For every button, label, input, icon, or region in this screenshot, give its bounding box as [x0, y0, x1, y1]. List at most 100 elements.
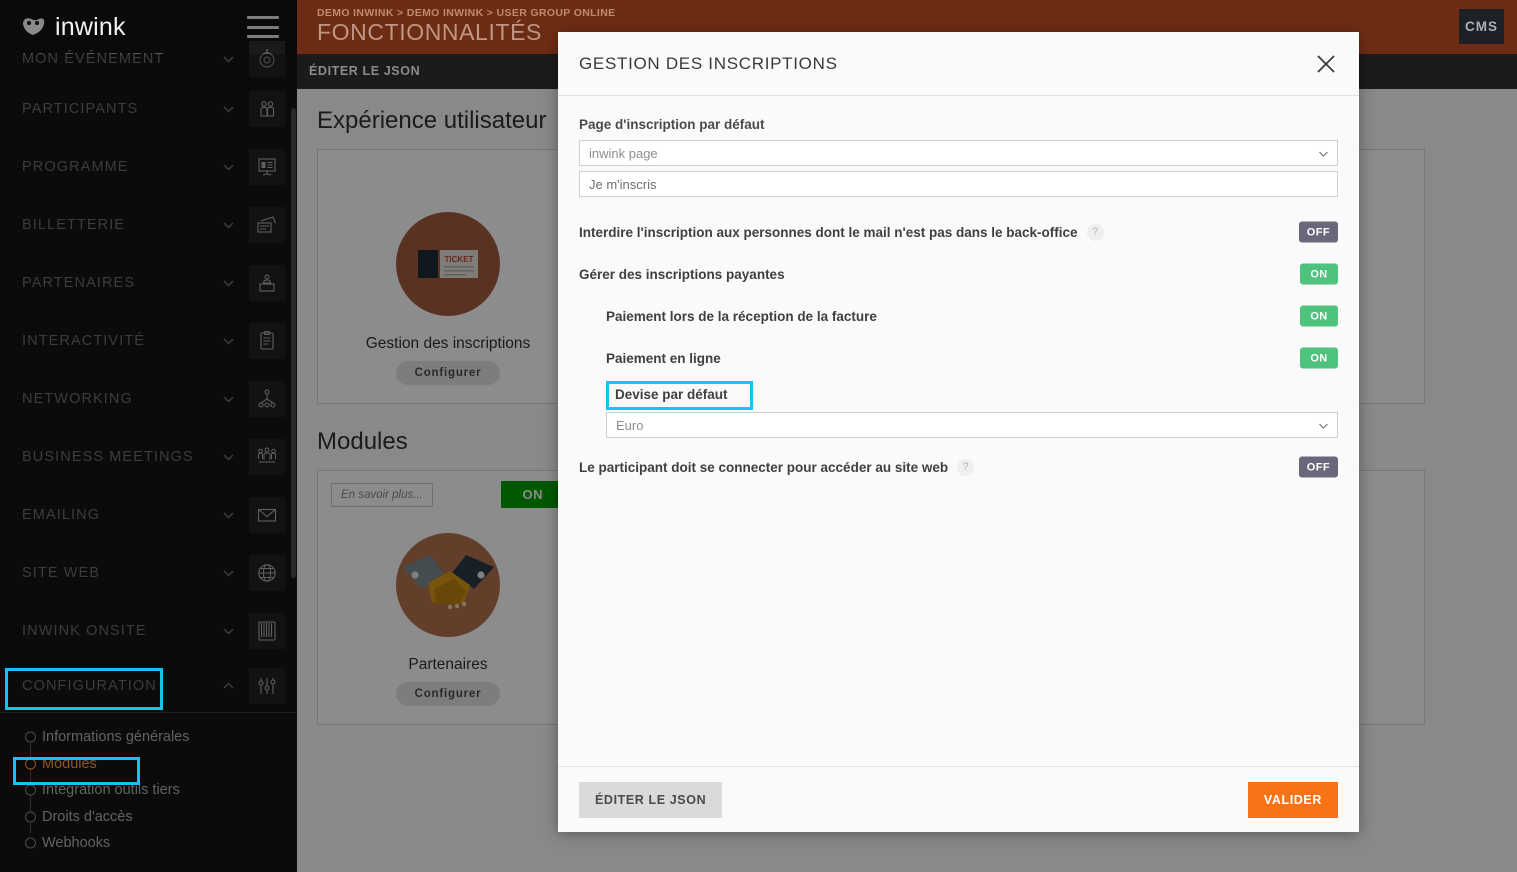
breadcrumb[interactable]: DEMO INWINK > DEMO INWINK > USER GROUP O…	[317, 7, 616, 19]
sidebar-item-billetterie[interactable]: BILLETTERIE	[0, 196, 297, 254]
modal-footer: ÉDITER LE JSON VALIDER	[558, 766, 1359, 832]
default-currency-select[interactable]: Euro	[606, 412, 1338, 438]
default-registration-page-select[interactable]: inwink page	[579, 140, 1338, 166]
network-icon	[249, 381, 285, 417]
chevron-down-icon	[222, 451, 235, 464]
help-icon[interactable]: ?	[1086, 223, 1104, 241]
chevron-down-icon	[1318, 148, 1329, 159]
modal-title: GESTION DES INSCRIPTIONS	[579, 53, 838, 73]
chevron-down-icon	[222, 103, 235, 116]
sidebar-subitem-label: Modules	[42, 755, 97, 772]
chevron-up-icon	[222, 680, 235, 693]
toggle-label: Interdire l'inscription aux personnes do…	[579, 224, 1078, 240]
inwink-logo-icon	[20, 16, 46, 38]
sidebar-item-partenaires[interactable]: PARTENAIRES	[0, 254, 297, 312]
sidebar-item-label: CONFIGURATION	[22, 678, 157, 694]
chevron-down-icon	[1318, 420, 1329, 431]
chevron-down-icon	[222, 509, 235, 522]
default-registration-page-label: Page d'inscription par défaut	[579, 117, 765, 132]
sidebar-item-label: SITE WEB	[22, 565, 101, 581]
edit-json-button[interactable]: ÉDITER LE JSON	[579, 781, 723, 818]
people-icon	[249, 91, 285, 127]
cms-button[interactable]: CMS	[1459, 9, 1504, 44]
envelope-icon	[249, 497, 285, 533]
chevron-down-icon	[222, 161, 235, 174]
sidebar-item-droits-dacces[interactable]: Droits d'accès	[0, 804, 297, 831]
toggle-row-paiement-facture: Paiement lors de la réception de la fact…	[579, 295, 1338, 337]
chevron-down-icon	[222, 335, 235, 348]
toggle-row-inscriptions-payantes: Gérer des inscriptions payantes ON	[579, 253, 1338, 295]
sidebar-item-mon-evenement[interactable]: MON ÉVÉNEMENT	[0, 38, 297, 80]
toggle-row-connexion-site-web: Le participant doit se connecter pour ac…	[579, 446, 1338, 488]
sidebar-subitem-label: Droits d'accès	[42, 808, 133, 825]
chevron-down-icon	[222, 625, 235, 638]
globe-icon	[249, 555, 285, 591]
sidebar-item-label: PARTENAIRES	[22, 275, 136, 291]
bullet-icon	[25, 784, 36, 796]
sidebar-item-integration-outils-tiers[interactable]: Intégration outils tiers	[0, 777, 297, 804]
clipboard-icon	[249, 323, 285, 359]
edit-json-link[interactable]: ÉDITER LE JSON	[309, 64, 420, 78]
sidebar-subitem-label: Informations générales	[42, 729, 190, 746]
bullet-icon	[25, 837, 36, 849]
toggle-label: Paiement en ligne	[606, 350, 721, 366]
registration-settings-modal: GESTION DES INSCRIPTIONS Page d'inscript…	[558, 32, 1359, 832]
sidebar-item-informations-generales[interactable]: Informations générales	[0, 724, 297, 751]
bullet-icon	[25, 758, 36, 770]
sidebar-item-label: BILLETTERIE	[22, 217, 126, 233]
toggle-row-interdire-inscription: Interdire l'inscription aux personnes do…	[579, 211, 1338, 253]
sidebar-item-business-meetings[interactable]: BUSINESS MEETINGS	[0, 428, 297, 486]
sidebar-item-programme[interactable]: PROGRAMME	[0, 138, 297, 196]
sliders-icon	[249, 668, 285, 704]
modal-header: GESTION DES INSCRIPTIONS	[558, 32, 1359, 96]
page-title: FONCTIONNALITÉS	[317, 19, 542, 45]
toggle-button[interactable]: ON	[1300, 347, 1338, 369]
modal-body: Page d'inscription par défaut inwink pag…	[558, 96, 1359, 766]
close-icon[interactable]	[1313, 51, 1339, 77]
chevron-down-icon	[222, 393, 235, 406]
sidebar-item-label: NETWORKING	[22, 391, 133, 407]
validate-button[interactable]: VALIDER	[1247, 781, 1338, 818]
sidebar-item-label: PARTICIPANTS	[22, 101, 139, 117]
default-currency-block: Devise par défaut Euro	[579, 381, 1338, 438]
chevron-down-icon	[222, 277, 235, 290]
toggle-button[interactable]: OFF	[1298, 221, 1338, 243]
sidebar-subitem-label: Webhooks	[42, 835, 111, 852]
sidebar-item-participants[interactable]: PARTICIPANTS	[0, 80, 297, 138]
sidebar-item-configuration[interactable]: CONFIGURATION	[0, 660, 297, 712]
sidebar-item-emailing[interactable]: EMAILING	[0, 486, 297, 544]
toggle-button[interactable]: ON	[1300, 263, 1338, 285]
bullet-icon	[25, 731, 36, 743]
default-currency-label: Devise par défaut	[615, 387, 728, 402]
sidebar-item-webhooks[interactable]: Webhooks	[0, 830, 297, 857]
sidebar-subitem-label: Intégration outils tiers	[42, 782, 180, 799]
sidebar-nav: MON ÉVÉNEMENT PARTICIPANTS PROGRAMME BIL…	[0, 38, 297, 856]
sidebar-item-inwink-onsite[interactable]: INWINK ONSITE	[0, 602, 297, 660]
chevron-down-icon	[222, 53, 235, 66]
toggle-label: Paiement lors de la réception de la fact…	[606, 308, 877, 324]
toggle-label: Le participant doit se connecter pour ac…	[579, 459, 949, 475]
presentation-icon	[249, 149, 285, 185]
hamburger-menu-icon[interactable]	[247, 16, 279, 38]
help-icon[interactable]: ?	[957, 458, 975, 476]
sidebar-item-label: MON ÉVÉNEMENT	[22, 51, 165, 67]
sidebar-item-label: BUSINESS MEETINGS	[22, 449, 194, 465]
sidebar-item-modules[interactable]: Modules	[0, 751, 297, 778]
toggle-button[interactable]: ON	[1300, 305, 1338, 327]
sidebar-item-label: EMAILING	[22, 507, 101, 523]
target-icon	[249, 41, 285, 77]
tickets-icon	[249, 207, 285, 243]
meeting-icon	[249, 439, 285, 475]
barcode-icon	[249, 613, 285, 649]
bullet-icon	[25, 811, 36, 823]
sidebar-item-interactivite[interactable]: INTERACTIVITÉ	[0, 312, 297, 370]
toggle-button[interactable]: OFF	[1298, 456, 1338, 478]
booth-icon	[249, 265, 285, 301]
chevron-down-icon	[222, 219, 235, 232]
sidebar-item-label: INWINK ONSITE	[22, 623, 147, 639]
registration-button-label-input[interactable]: Je m'inscris	[579, 171, 1338, 197]
sidebar-item-label: INTERACTIVITÉ	[22, 333, 146, 349]
select-value: Euro	[616, 417, 644, 433]
sidebar-item-site-web[interactable]: SITE WEB	[0, 544, 297, 602]
sidebar-item-networking[interactable]: NETWORKING	[0, 370, 297, 428]
